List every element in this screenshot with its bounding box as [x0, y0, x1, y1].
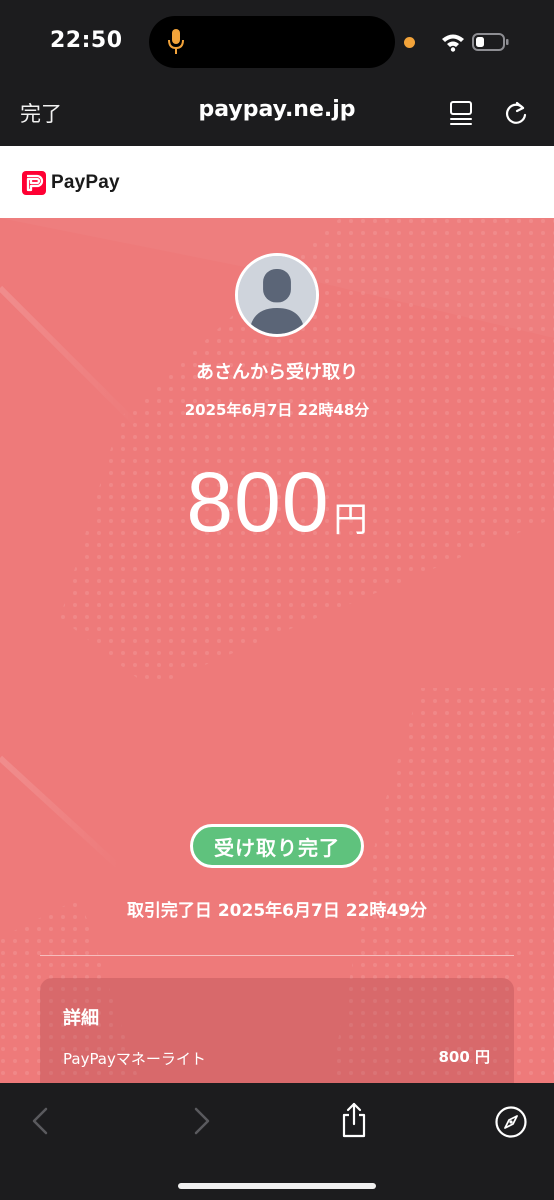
browser-header: 完了 paypay.ne.jp [0, 84, 554, 146]
completion-date: 取引完了日 2025年6月7日 22時49分 [126, 901, 428, 921]
sender-text: あさんから受け取り [196, 362, 358, 383]
payment-method-amount: 800 円 [438, 1048, 490, 1066]
details-title: 詳細 [63, 1008, 99, 1029]
done-button[interactable]: 完了 [20, 98, 62, 128]
status-time: 22:50 [50, 28, 123, 53]
amount-unit: 円 [333, 500, 368, 540]
battery-icon [472, 33, 509, 51]
paypay-logo-icon [22, 171, 46, 195]
status-bar: 22:50 [0, 0, 554, 84]
browser-toolbar [0, 1083, 554, 1200]
background-pattern [0, 218, 554, 1083]
share-icon[interactable] [338, 1101, 370, 1139]
site-header: PayPay [0, 146, 554, 218]
transaction-datetime: 2025年6月7日 22時48分 [184, 401, 370, 419]
logo-text: PayPay [51, 172, 120, 193]
amount-value: 800 [186, 455, 330, 549]
details-card: 詳細 PayPayマネーライト 800 円 [40, 978, 514, 1083]
recording-indicator [404, 37, 415, 48]
divider [40, 955, 514, 956]
transaction-panel: あさんから受け取り 2025年6月7日 22時48分 800 円 受け取り完了 取… [0, 218, 554, 1083]
reload-icon[interactable] [503, 98, 529, 126]
amount-display: 800 円 [0, 454, 554, 551]
wifi-icon [442, 34, 464, 52]
mic-icon [168, 29, 184, 54]
home-indicator [178, 1183, 376, 1189]
paypay-logo[interactable]: PayPay [22, 170, 120, 196]
compass-icon[interactable] [494, 1105, 528, 1139]
reader-icon[interactable] [449, 99, 473, 127]
address-bar[interactable] [190, 92, 365, 136]
payment-method-label: PayPayマネーライト [63, 1050, 206, 1068]
avatar-icon [238, 256, 316, 334]
status-badge: 受け取り完了 [190, 824, 364, 868]
forward-icon[interactable] [188, 1105, 214, 1137]
back-icon[interactable] [28, 1105, 54, 1137]
avatar [235, 253, 319, 337]
